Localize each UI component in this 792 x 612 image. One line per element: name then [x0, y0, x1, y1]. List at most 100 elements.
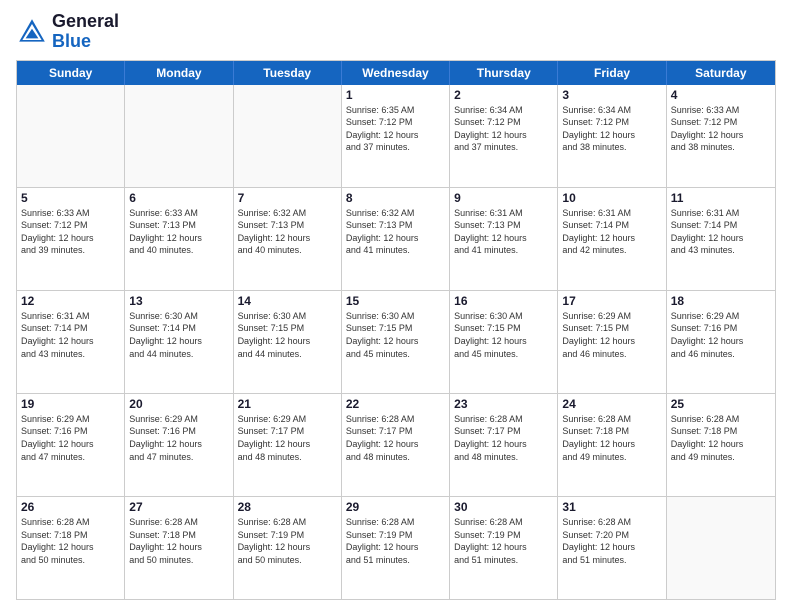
day-info: Sunrise: 6:28 AM Sunset: 7:20 PM Dayligh… [562, 516, 661, 566]
calendar: SundayMondayTuesdayWednesdayThursdayFrid… [16, 60, 776, 600]
day-cell: 8 Sunrise: 6:32 AM Sunset: 7:13 PM Daylig… [342, 188, 450, 290]
day-info: Sunrise: 6:28 AM Sunset: 7:17 PM Dayligh… [346, 413, 445, 463]
logo-general: General [52, 12, 119, 32]
day-number: 25 [671, 397, 771, 411]
calendar-row: 5 Sunrise: 6:33 AM Sunset: 7:12 PM Daylig… [17, 188, 775, 291]
day-number: 16 [454, 294, 553, 308]
day-info: Sunrise: 6:29 AM Sunset: 7:16 PM Dayligh… [671, 310, 771, 360]
day-info: Sunrise: 6:30 AM Sunset: 7:15 PM Dayligh… [346, 310, 445, 360]
day-number: 1 [346, 88, 445, 102]
day-cell: 5 Sunrise: 6:33 AM Sunset: 7:12 PM Daylig… [17, 188, 125, 290]
day-cell: 6 Sunrise: 6:33 AM Sunset: 7:13 PM Daylig… [125, 188, 233, 290]
calendar-row: 1Sunrise: 6:35 AM Sunset: 7:12 PM Daylig… [17, 85, 775, 188]
day-number: 5 [21, 191, 120, 205]
day-info: Sunrise: 6:28 AM Sunset: 7:19 PM Dayligh… [346, 516, 445, 566]
day-cell: 4Sunrise: 6:33 AM Sunset: 7:12 PM Daylig… [667, 85, 775, 187]
calendar-row: 26 Sunrise: 6:28 AM Sunset: 7:18 PM Dayli… [17, 497, 775, 599]
day-cell: 13 Sunrise: 6:30 AM Sunset: 7:14 PM Dayli… [125, 291, 233, 393]
day-info: Sunrise: 6:28 AM Sunset: 7:18 PM Dayligh… [21, 516, 120, 566]
day-cell: 28 Sunrise: 6:28 AM Sunset: 7:19 PM Dayli… [234, 497, 342, 599]
day-cell: 29Sunrise: 6:28 AM Sunset: 7:19 PM Dayli… [342, 497, 450, 599]
day-info: Sunrise: 6:31 AM Sunset: 7:14 PM Dayligh… [671, 207, 771, 257]
day-number: 8 [346, 191, 445, 205]
day-info: Sunrise: 6:30 AM Sunset: 7:15 PM Dayligh… [454, 310, 553, 360]
weekday-header: Tuesday [234, 61, 342, 85]
weekday-header: Friday [558, 61, 666, 85]
day-info: Sunrise: 6:28 AM Sunset: 7:18 PM Dayligh… [562, 413, 661, 463]
empty-cell [17, 85, 125, 187]
day-number: 21 [238, 397, 337, 411]
day-number: 10 [562, 191, 661, 205]
day-cell: 21 Sunrise: 6:29 AM Sunset: 7:17 PM Dayli… [234, 394, 342, 496]
day-number: 24 [562, 397, 661, 411]
day-cell: 30Sunrise: 6:28 AM Sunset: 7:19 PM Dayli… [450, 497, 558, 599]
day-number: 9 [454, 191, 553, 205]
calendar-row: 19 Sunrise: 6:29 AM Sunset: 7:16 PM Dayli… [17, 394, 775, 497]
weekday-header: Wednesday [342, 61, 450, 85]
day-cell: 27 Sunrise: 6:28 AM Sunset: 7:18 PM Dayli… [125, 497, 233, 599]
weekday-header: Thursday [450, 61, 558, 85]
logo-icon [16, 16, 48, 48]
day-number: 12 [21, 294, 120, 308]
day-cell: 17Sunrise: 6:29 AM Sunset: 7:15 PM Dayli… [558, 291, 666, 393]
day-cell: 26 Sunrise: 6:28 AM Sunset: 7:18 PM Dayli… [17, 497, 125, 599]
day-info: Sunrise: 6:28 AM Sunset: 7:19 PM Dayligh… [238, 516, 337, 566]
day-info: Sunrise: 6:29 AM Sunset: 7:16 PM Dayligh… [129, 413, 228, 463]
day-info: Sunrise: 6:33 AM Sunset: 7:12 PM Dayligh… [21, 207, 120, 257]
day-cell: 31 Sunrise: 6:28 AM Sunset: 7:20 PM Dayli… [558, 497, 666, 599]
day-info: Sunrise: 6:29 AM Sunset: 7:16 PM Dayligh… [21, 413, 120, 463]
day-number: 2 [454, 88, 553, 102]
day-number: 13 [129, 294, 228, 308]
day-info: Sunrise: 6:29 AM Sunset: 7:17 PM Dayligh… [238, 413, 337, 463]
calendar-body: 1Sunrise: 6:35 AM Sunset: 7:12 PM Daylig… [17, 85, 775, 599]
day-info: Sunrise: 6:29 AM Sunset: 7:15 PM Dayligh… [562, 310, 661, 360]
day-cell: 7Sunrise: 6:32 AM Sunset: 7:13 PM Daylig… [234, 188, 342, 290]
day-cell: 16 Sunrise: 6:30 AM Sunset: 7:15 PM Dayli… [450, 291, 558, 393]
page: General Blue SundayMondayTuesdayWednesda… [0, 0, 792, 612]
day-info: Sunrise: 6:32 AM Sunset: 7:13 PM Dayligh… [346, 207, 445, 257]
day-info: Sunrise: 6:30 AM Sunset: 7:14 PM Dayligh… [129, 310, 228, 360]
day-number: 23 [454, 397, 553, 411]
empty-cell [234, 85, 342, 187]
day-cell: 2 Sunrise: 6:34 AM Sunset: 7:12 PM Daylig… [450, 85, 558, 187]
day-cell: 3 Sunrise: 6:34 AM Sunset: 7:12 PM Daylig… [558, 85, 666, 187]
day-number: 31 [562, 500, 661, 514]
day-info: Sunrise: 6:28 AM Sunset: 7:17 PM Dayligh… [454, 413, 553, 463]
day-info: Sunrise: 6:28 AM Sunset: 7:18 PM Dayligh… [671, 413, 771, 463]
day-cell: 1Sunrise: 6:35 AM Sunset: 7:12 PM Daylig… [342, 85, 450, 187]
day-cell: 9 Sunrise: 6:31 AM Sunset: 7:13 PM Daylig… [450, 188, 558, 290]
day-number: 19 [21, 397, 120, 411]
day-info: Sunrise: 6:31 AM Sunset: 7:13 PM Dayligh… [454, 207, 553, 257]
day-cell: 14 Sunrise: 6:30 AM Sunset: 7:15 PM Dayli… [234, 291, 342, 393]
weekday-header: Saturday [667, 61, 775, 85]
day-number: 18 [671, 294, 771, 308]
day-cell: 23 Sunrise: 6:28 AM Sunset: 7:17 PM Dayli… [450, 394, 558, 496]
day-cell: 24 Sunrise: 6:28 AM Sunset: 7:18 PM Dayli… [558, 394, 666, 496]
day-number: 26 [21, 500, 120, 514]
day-info: Sunrise: 6:34 AM Sunset: 7:12 PM Dayligh… [562, 104, 661, 154]
day-number: 4 [671, 88, 771, 102]
day-cell: 19 Sunrise: 6:29 AM Sunset: 7:16 PM Dayli… [17, 394, 125, 496]
day-cell: 15 Sunrise: 6:30 AM Sunset: 7:15 PM Dayli… [342, 291, 450, 393]
day-number: 28 [238, 500, 337, 514]
day-info: Sunrise: 6:28 AM Sunset: 7:18 PM Dayligh… [129, 516, 228, 566]
day-number: 27 [129, 500, 228, 514]
day-info: Sunrise: 6:28 AM Sunset: 7:19 PM Dayligh… [454, 516, 553, 566]
day-number: 14 [238, 294, 337, 308]
day-number: 15 [346, 294, 445, 308]
calendar-row: 12Sunrise: 6:31 AM Sunset: 7:14 PM Dayli… [17, 291, 775, 394]
day-cell: 20 Sunrise: 6:29 AM Sunset: 7:16 PM Dayli… [125, 394, 233, 496]
logo-text: General Blue [52, 12, 119, 52]
day-cell: 11Sunrise: 6:31 AM Sunset: 7:14 PM Dayli… [667, 188, 775, 290]
weekday-header: Monday [125, 61, 233, 85]
day-number: 3 [562, 88, 661, 102]
logo-blue: Blue [52, 32, 119, 52]
day-info: Sunrise: 6:34 AM Sunset: 7:12 PM Dayligh… [454, 104, 553, 154]
header: General Blue [16, 12, 776, 52]
day-number: 20 [129, 397, 228, 411]
day-info: Sunrise: 6:30 AM Sunset: 7:15 PM Dayligh… [238, 310, 337, 360]
day-number: 6 [129, 191, 228, 205]
day-info: Sunrise: 6:33 AM Sunset: 7:13 PM Dayligh… [129, 207, 228, 257]
empty-cell [125, 85, 233, 187]
day-info: Sunrise: 6:32 AM Sunset: 7:13 PM Dayligh… [238, 207, 337, 257]
